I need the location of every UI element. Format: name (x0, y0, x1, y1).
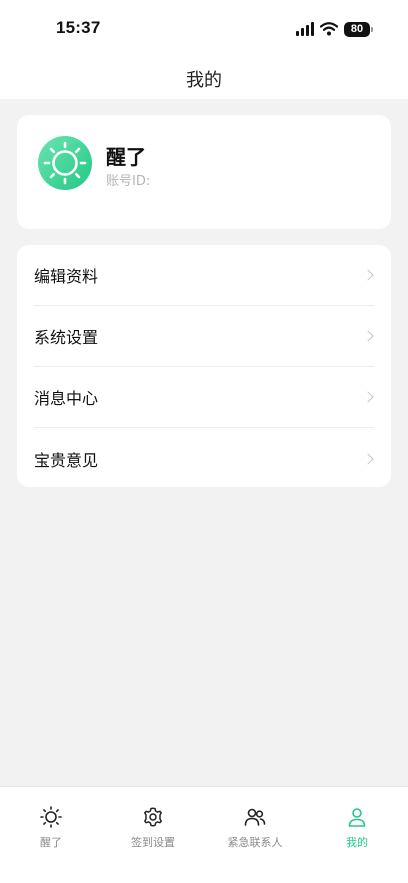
sun-icon (43, 141, 87, 185)
tab-bar: 醒了 签到设置 紧急联系人 我的 (0, 786, 408, 883)
wifi-icon (320, 22, 338, 36)
tab-checkin-settings[interactable]: 签到设置 (102, 787, 204, 883)
menu-item-system-settings[interactable]: 系统设置 (34, 306, 374, 367)
account-id-label: 账号ID: (106, 174, 151, 189)
navigation-bar: 我的 (0, 58, 408, 99)
chevron-right-icon (362, 452, 374, 465)
sun-icon (40, 806, 62, 828)
menu-item-label: 宝贵意见 (34, 450, 99, 470)
chevron-right-icon (362, 330, 374, 342)
gear-icon (144, 807, 162, 827)
account-id: 账号ID: (106, 170, 150, 189)
avatar (38, 136, 92, 190)
tab-label: 我的 (346, 836, 368, 849)
profile-card[interactable]: 醒了 账号ID: (17, 115, 391, 229)
tab-label: 紧急联系人 (227, 836, 283, 849)
person-icon (348, 808, 366, 827)
menu-item-label: 编辑资料 (34, 267, 99, 286)
tab-mine[interactable]: 我的 (306, 787, 408, 883)
status-bar: 15:37 80 (0, 0, 408, 58)
menu-item-message-center[interactable]: 消息中心 (34, 367, 374, 428)
battery-icon: 80 (344, 21, 373, 37)
battery-level: 80 (350, 23, 364, 35)
status-icons: 80 (296, 20, 373, 38)
menu-item-feedback[interactable]: 宝贵意见 (34, 428, 374, 489)
page-title: 我的 (186, 69, 222, 91)
menu-card: 编辑资料 系统设置 消息中心 宝贵意见 (17, 245, 391, 487)
menu-item-label: 系统设置 (34, 328, 99, 347)
cellular-signal-icon (296, 22, 314, 36)
profile-name: 醒了 (106, 145, 146, 169)
tab-awake[interactable]: 醒了 (0, 787, 102, 883)
chevron-right-icon (362, 391, 374, 403)
menu-item-label: 消息中心 (34, 389, 99, 408)
tab-label: 醒了 (40, 836, 62, 849)
menu-item-edit-profile[interactable]: 编辑资料 (34, 245, 374, 306)
tab-label: 签到设置 (131, 836, 175, 849)
contacts-icon (244, 808, 266, 826)
tab-emergency-contacts[interactable]: 紧急联系人 (204, 787, 306, 883)
chevron-right-icon (362, 269, 374, 281)
status-time: 15:37 (56, 18, 101, 37)
